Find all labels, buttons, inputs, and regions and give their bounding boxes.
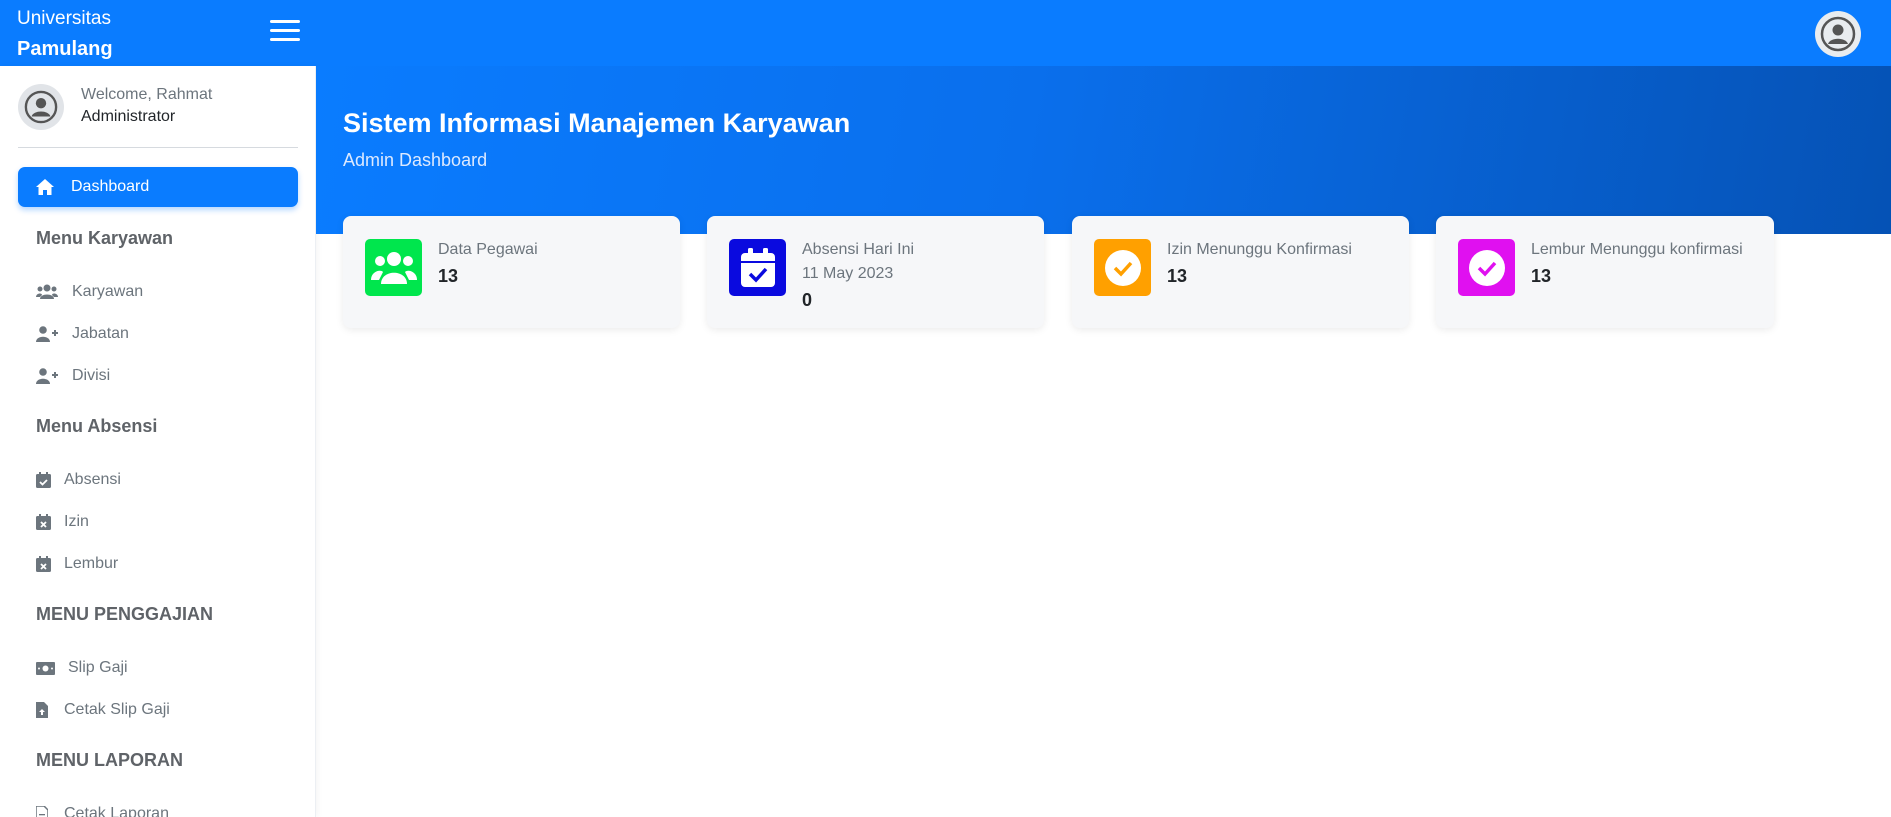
sidebar-item-izin[interactable]: Izin bbox=[36, 509, 89, 535]
menu-toggle-icon[interactable] bbox=[270, 20, 300, 42]
sidebar-item-cetak-laporan[interactable]: Cetak Laporan bbox=[36, 801, 169, 817]
calendar-x-icon bbox=[36, 514, 58, 530]
file-icon bbox=[36, 806, 58, 817]
hero-banner bbox=[316, 66, 1891, 234]
card-value: 0 bbox=[802, 290, 813, 310]
top-navbar: Universitas Pamulang bbox=[0, 0, 1891, 66]
brand-line2: Pamulang bbox=[17, 37, 113, 60]
sidebar-item-absensi[interactable]: Absensi bbox=[36, 467, 121, 493]
users-icon bbox=[365, 239, 422, 296]
sidebar-item-label: Jabatan bbox=[72, 325, 129, 342]
section-menu-absensi: Menu Absensi bbox=[36, 416, 158, 436]
sidebar-item-label: Lembur bbox=[64, 555, 119, 572]
sidebar-item-dashboard[interactable]: Dashboard bbox=[18, 167, 298, 207]
card-date: 11 May 2023 bbox=[802, 265, 894, 282]
role-text: Administrator bbox=[81, 108, 176, 125]
sidebar-item-slip-gaji[interactable]: Slip Gaji bbox=[36, 655, 128, 681]
users-icon bbox=[36, 284, 58, 300]
brand-line1: Universitas bbox=[17, 8, 111, 29]
section-menu-laporan: MENU LAPORAN bbox=[36, 750, 183, 770]
sidebar-item-divisi[interactable]: Divisi bbox=[36, 363, 110, 389]
card-value: 13 bbox=[1531, 266, 1552, 286]
card-title: Lembur Menunggu konfirmasi bbox=[1531, 241, 1743, 258]
sidebar-item-jabatan[interactable]: Jabatan bbox=[36, 321, 129, 347]
card-value: 13 bbox=[1167, 266, 1188, 286]
user-profile: Welcome, Rahmat Administrator bbox=[18, 84, 298, 148]
page-title: Sistem Informasi Manajemen Karyawan bbox=[343, 108, 851, 138]
card-title: Absensi Hari Ini bbox=[802, 241, 915, 258]
brand-logo[interactable]: Universitas Pamulang bbox=[17, 6, 113, 63]
card-data-pegawai[interactable]: Data Pegawai 13 bbox=[343, 216, 680, 328]
calendar-check-icon bbox=[729, 239, 786, 296]
sidebar-item-cetak-slip-gaji[interactable]: Cetak Slip Gaji bbox=[36, 697, 170, 723]
check-circle-icon bbox=[1458, 239, 1515, 296]
calendar-check-icon bbox=[36, 472, 58, 488]
welcome-text: Welcome, Rahmat bbox=[81, 86, 213, 103]
user-avatar-icon[interactable] bbox=[1815, 11, 1861, 57]
card-lembur-menunggu[interactable]: Lembur Menunggu konfirmasi 13 bbox=[1436, 216, 1774, 328]
sidebar-item-label: Divisi bbox=[72, 367, 111, 384]
user-plus-icon bbox=[36, 326, 58, 342]
card-title: Data Pegawai bbox=[438, 241, 538, 258]
sidebar-divider bbox=[18, 147, 298, 148]
check-circle-icon bbox=[1094, 239, 1151, 296]
sidebar-item-karyawan[interactable]: Karyawan bbox=[36, 279, 143, 305]
sidebar-item-label: Slip Gaji bbox=[68, 659, 128, 676]
section-menu-penggajian: MENU PENGGAJIAN bbox=[36, 604, 214, 624]
profile-avatar-icon bbox=[18, 84, 64, 130]
section-menu-karyawan: Menu Karyawan bbox=[36, 228, 174, 248]
card-value: 13 bbox=[438, 266, 459, 286]
sidebar: Welcome, Rahmat Administrator Dashboard … bbox=[0, 66, 316, 817]
sidebar-item-label: Dashboard bbox=[71, 178, 150, 195]
sidebar-item-label: Karyawan bbox=[72, 283, 144, 300]
file-upload-icon bbox=[36, 702, 58, 718]
sidebar-item-lembur[interactable]: Lembur bbox=[36, 551, 118, 577]
sidebar-item-label: Cetak Slip Gaji bbox=[64, 701, 170, 718]
calendar-x-icon bbox=[36, 556, 58, 572]
sidebar-item-label: Izin bbox=[64, 513, 89, 530]
card-izin-menunggu[interactable]: Izin Menunggu Konfirmasi 13 bbox=[1072, 216, 1409, 328]
sidebar-item-label: Absensi bbox=[64, 471, 121, 488]
card-absensi-hari-ini[interactable]: Absensi Hari Ini 11 May 2023 0 bbox=[707, 216, 1044, 328]
sidebar-item-label: Cetak Laporan bbox=[64, 805, 169, 817]
user-plus-icon bbox=[36, 368, 58, 384]
money-bill-icon bbox=[36, 661, 58, 675]
card-title: Izin Menunggu Konfirmasi bbox=[1167, 241, 1352, 258]
page-subtitle: Admin Dashboard bbox=[343, 150, 488, 170]
home-icon bbox=[35, 178, 55, 196]
